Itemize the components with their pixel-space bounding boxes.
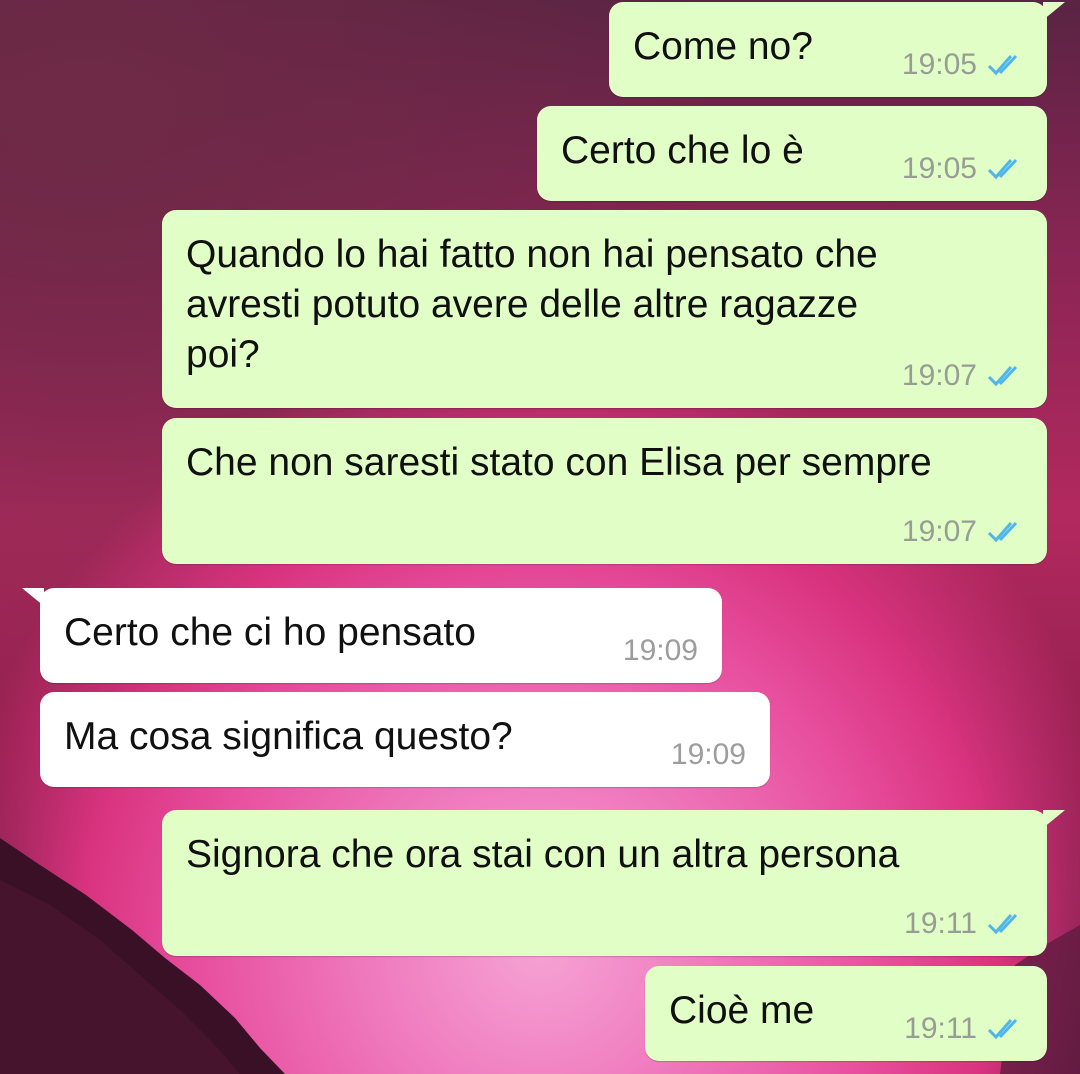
message-time: 19:05 [901,152,977,185]
message-bubble-incoming[interactable]: Ma cosa significa questo? 19:09 [40,692,770,787]
message-time: 19:09 [622,634,698,667]
bubble-tail [22,588,44,606]
message-bubble-outgoing[interactable]: Come no? 19:05 [609,2,1065,97]
message-bubble-outgoing[interactable]: Signora che ora stai con un altra person… [162,810,1065,956]
message-text: Ma cosa significa questo? [64,715,513,758]
message-text: Quando lo hai fatto non hai pensato che … [186,233,878,376]
message-text: Certo che ci ho pensato [64,611,476,654]
message-text: Come no? [633,25,813,68]
message-bubble-outgoing[interactable]: Quando lo hai fatto non hai pensato che … [162,210,1047,408]
message-time: 19:11 [904,1012,977,1045]
message-text: Che non saresti stato con Elisa per semp… [186,441,932,484]
message-text: Cioè me [669,989,815,1032]
double-check-read-icon [987,364,1023,388]
double-check-read-icon [987,520,1023,544]
message-text: Signora che ora stai con un altra person… [186,833,900,876]
message-time: 19:05 [901,48,977,81]
bubble-tail [1043,2,1065,20]
message-time: 19:07 [901,359,977,392]
message-text: Certo che lo è [561,129,804,172]
double-check-read-icon [987,157,1023,181]
message-list[interactable]: Come no? 19:05 Certo che lo è 19:05 Quan… [0,0,1080,1074]
double-check-read-icon [987,1017,1023,1041]
double-check-read-icon [987,912,1023,936]
message-time: 19:11 [904,907,977,940]
bubble-tail [1043,810,1065,828]
message-time: 19:07 [901,515,977,548]
message-time: 19:09 [670,738,746,771]
message-bubble-outgoing[interactable]: Che non saresti stato con Elisa per semp… [162,418,1047,564]
message-bubble-incoming[interactable]: Certo che ci ho pensato 19:09 [22,588,722,683]
double-check-read-icon [987,53,1023,77]
message-bubble-outgoing[interactable]: Certo che lo è 19:05 [537,106,1047,201]
message-bubble-outgoing[interactable]: Cioè me 19:11 [645,966,1047,1061]
